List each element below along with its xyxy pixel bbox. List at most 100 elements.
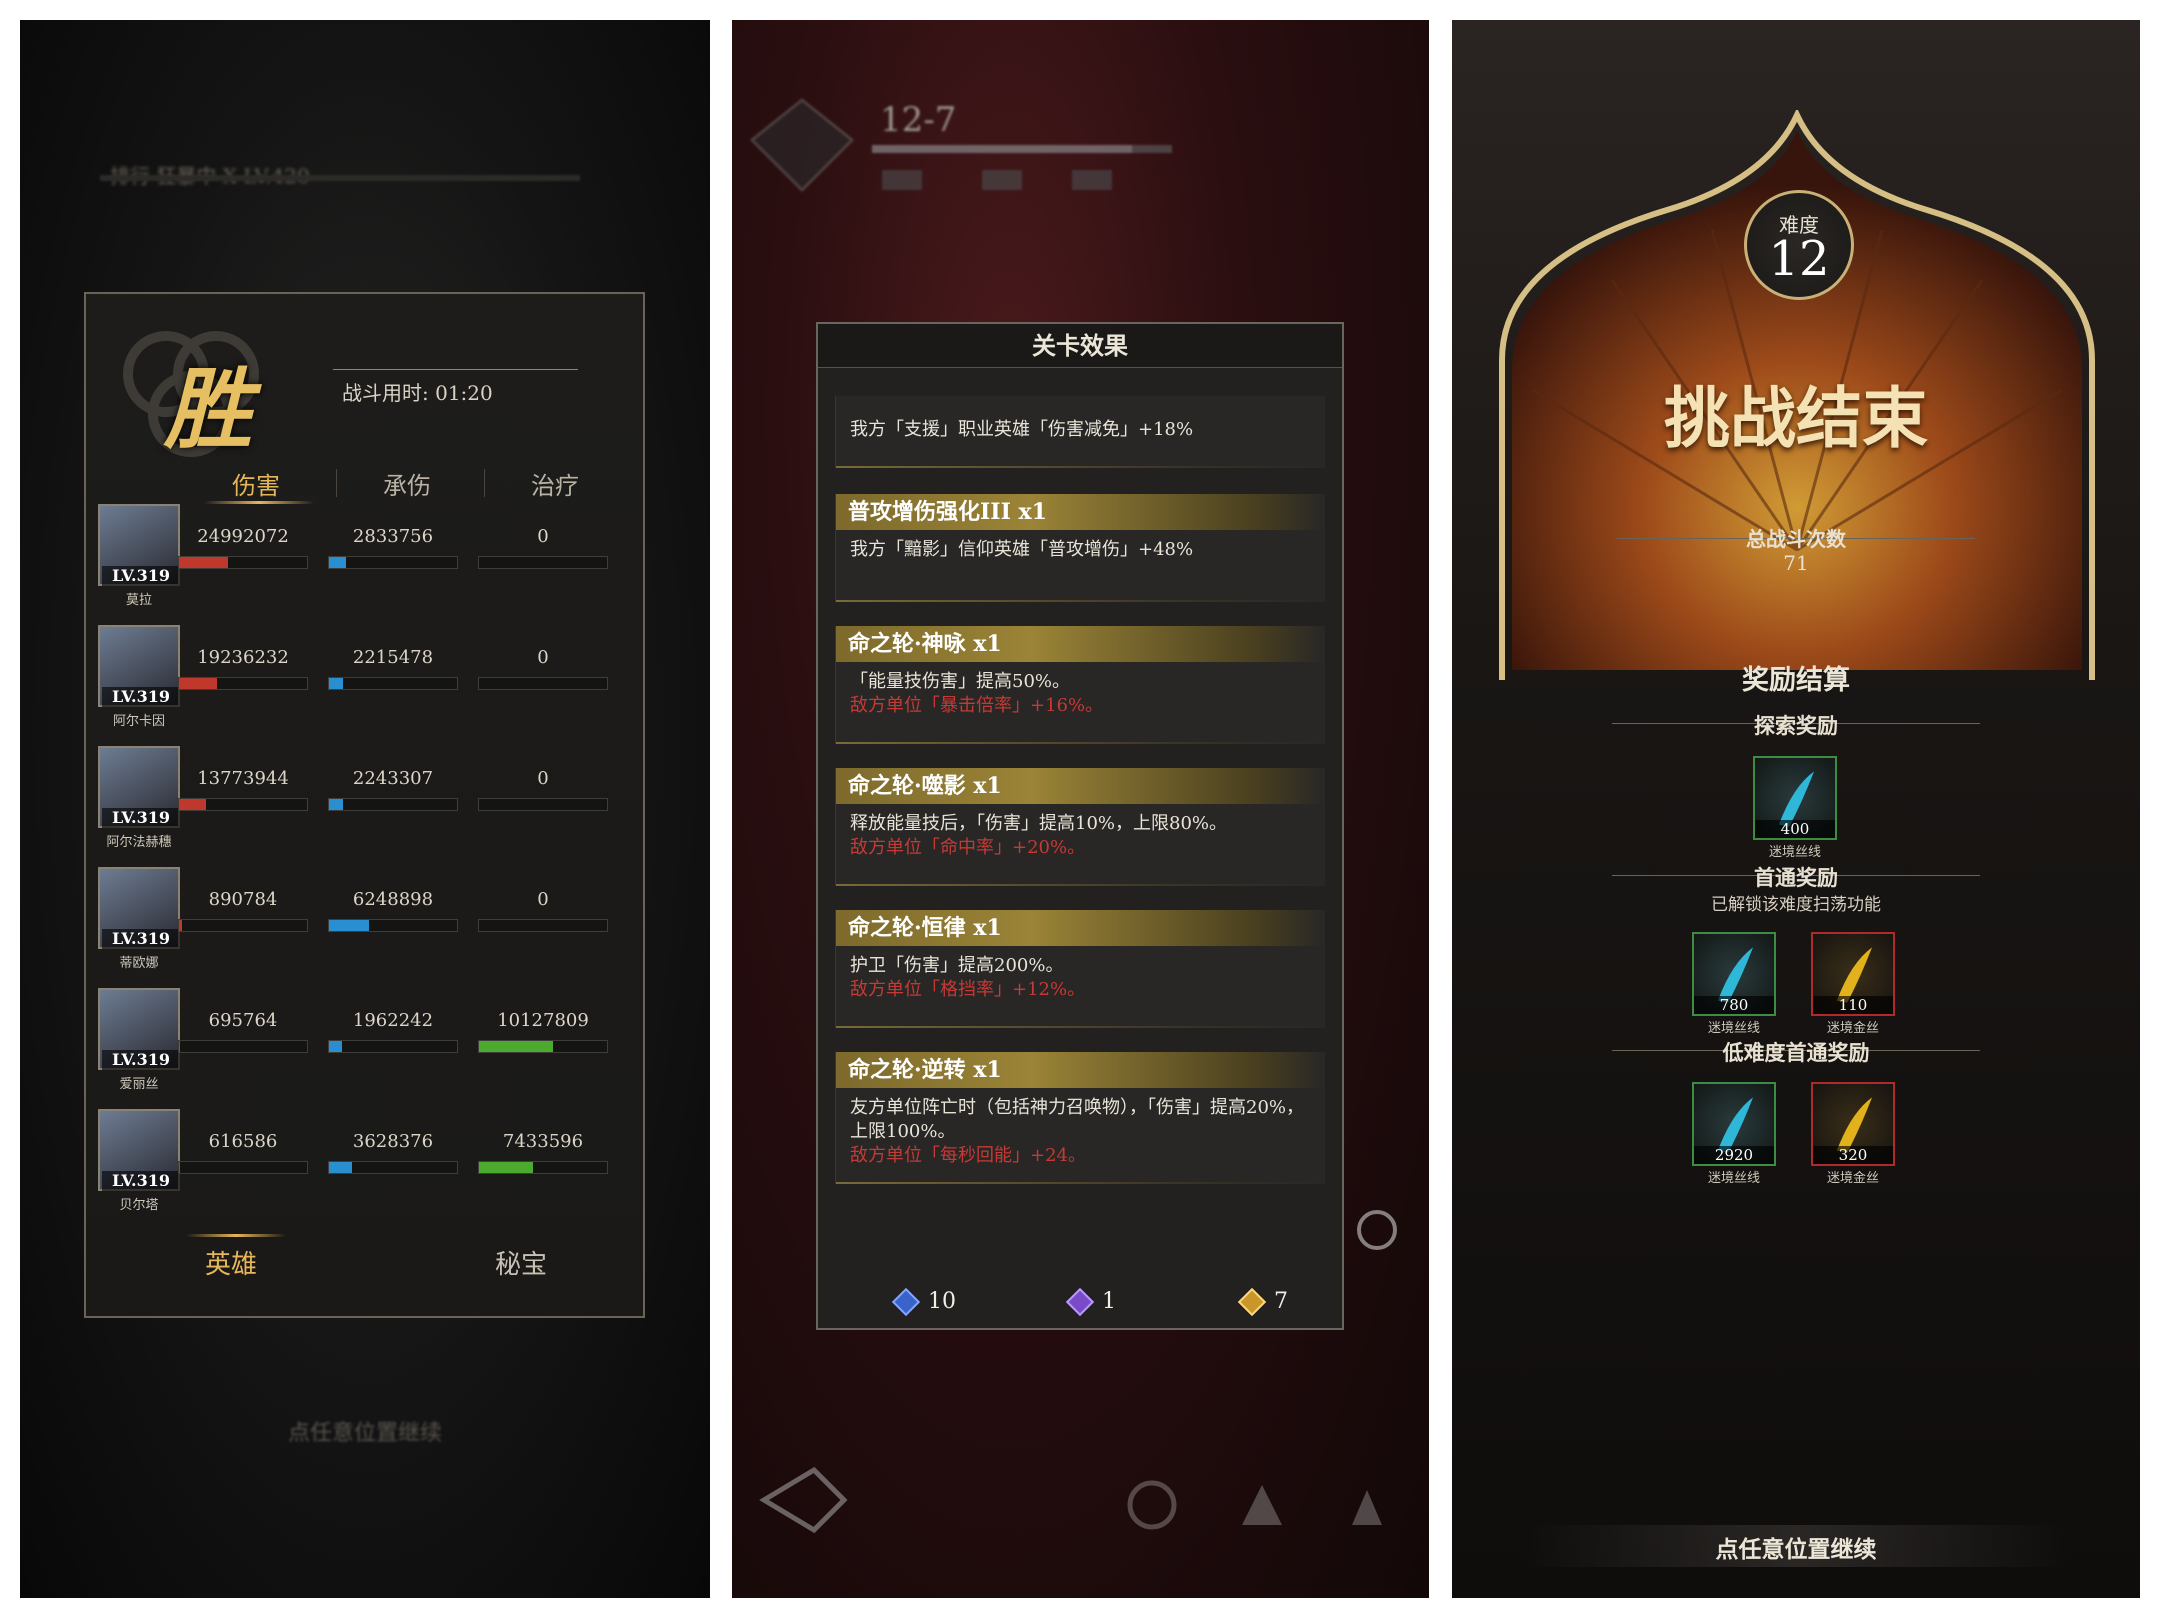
damage-bar bbox=[178, 1161, 308, 1174]
effect-text: 释放能量技后，「伤害」提高10%，上限80%。 bbox=[850, 813, 1228, 834]
bottom-tab-underline bbox=[186, 1234, 286, 1237]
damage-taken-bar bbox=[328, 798, 458, 811]
time-divider bbox=[333, 369, 578, 370]
damage-value: 890784 bbox=[208, 889, 278, 910]
hero-row: LV.319 贝尔塔 616586 3628376 7433596 bbox=[98, 1109, 638, 1225]
hero-level: LV.319 bbox=[102, 566, 180, 586]
hero-avatar[interactable]: LV.319 bbox=[98, 988, 180, 1070]
effect-underline bbox=[836, 742, 1325, 744]
enemy-buff-text: 敌方单位「每秒回能」+24。 bbox=[850, 1145, 1086, 1166]
effect-text: 我方「黯影」信仰英雄「普攻增伤」+48% bbox=[850, 539, 1194, 560]
map-icon bbox=[749, 98, 855, 193]
hero-row: LV.319 莫拉 24992072 2833756 0 bbox=[98, 504, 638, 620]
healing-bar bbox=[478, 1040, 608, 1053]
tab-damage[interactable]: 伤害 bbox=[191, 466, 321, 501]
damage-taken-bar-fill bbox=[329, 920, 369, 931]
challenge-end-title: 挑战结束 bbox=[1664, 379, 1928, 457]
hero-name: 贝尔塔 bbox=[119, 1198, 159, 1213]
reward-summary-title: 奖励结算 bbox=[1742, 665, 1850, 696]
damage-bar-fill bbox=[179, 920, 182, 931]
effect-card: 命之轮·逆转 x1 友方单位阵亡时（包括神力召唤物），「伤害」提高20%，上限10… bbox=[835, 1052, 1325, 1184]
reward-item-gold-thread[interactable]: 320 bbox=[1811, 1082, 1895, 1166]
low-difficulty-first-clear-label: 低难度首通奖励 bbox=[1722, 1040, 1870, 1065]
effect-text: 友方单位阵亡时（包括神力召唤物），「伤害」提高20%，上限100%。 bbox=[850, 1097, 1305, 1142]
stage-effects-screen[interactable]: 12-7 关卡效果 我方「支援」职业英雄「伤害减免」+18% 普攻增伤强化III … bbox=[732, 20, 1429, 1598]
effect-underline bbox=[836, 1182, 1325, 1184]
stage-hud bbox=[749, 98, 1172, 193]
damage-bar-fill bbox=[179, 799, 206, 810]
battle-stats-screen[interactable]: 排行 狂暴中 X LV.420 胜 战斗用时: 01:20 伤害 承伤 治疗 L… bbox=[20, 20, 710, 1598]
reward-item-gold-thread[interactable]: 110 bbox=[1811, 932, 1895, 1016]
healing-bar bbox=[478, 919, 608, 932]
healing-value: 0 bbox=[537, 768, 549, 789]
damage-bar bbox=[178, 798, 308, 811]
item-name: 迷境丝线 bbox=[1768, 845, 1821, 860]
hero-avatar[interactable]: LV.319 bbox=[98, 746, 180, 828]
blue-gem-count: 10 bbox=[928, 1289, 956, 1314]
crosshair-icon[interactable] bbox=[1352, 1205, 1402, 1255]
tap-to-continue-hint[interactable]: 点任意位置继续 bbox=[20, 1415, 710, 1447]
purple-gem-icon bbox=[1065, 1287, 1095, 1317]
damage-bar-fill bbox=[179, 557, 228, 568]
damage-bar bbox=[178, 556, 308, 569]
hero-avatar[interactable]: LV.319 bbox=[98, 867, 180, 949]
blue-gem-icon bbox=[891, 1287, 921, 1317]
effect-title: 命之轮·神咏 x1 bbox=[836, 626, 1325, 662]
first-clear-reward-label: 首通奖励 bbox=[1754, 865, 1838, 890]
healing-value: 0 bbox=[537, 647, 549, 668]
tab-treasures[interactable]: 秘宝 bbox=[481, 1244, 561, 1281]
healing-value: 7433596 bbox=[502, 1131, 584, 1152]
damage-taken-value: 2243307 bbox=[352, 768, 434, 789]
battle-stats-panel: 胜 战斗用时: 01:20 伤害 承伤 治疗 LV.319 莫拉 24992072 2… bbox=[84, 292, 645, 1318]
hero-avatar[interactable]: LV.319 bbox=[98, 504, 180, 586]
damage-taken-bar-fill bbox=[329, 1162, 352, 1173]
hero-avatar[interactable]: LV.319 bbox=[98, 1109, 180, 1191]
reward-item-thread[interactable]: 400 bbox=[1753, 756, 1837, 840]
healing-bar bbox=[478, 677, 608, 690]
hero-row: LV.319 蒂欧娜 890784 6248898 0 bbox=[98, 867, 638, 983]
effect-card: 命之轮·恒律 x1 护卫「伤害」提高200%。 敌方单位「格挡率」+12%。 bbox=[835, 910, 1325, 1028]
bottom-nav-icons[interactable] bbox=[1112, 1470, 1412, 1560]
hero-level: LV.319 bbox=[102, 1050, 180, 1070]
damage-bar bbox=[178, 919, 308, 932]
effect-title: 命之轮·恒律 x1 bbox=[836, 910, 1325, 946]
item-quantity: 400 bbox=[1755, 820, 1835, 838]
damage-taken-bar-fill bbox=[329, 799, 343, 810]
hero-avatar[interactable]: LV.319 bbox=[98, 625, 180, 707]
damage-value: 19236232 bbox=[197, 647, 289, 668]
hero-row: LV.319 阿尔法赫穗 13773944 2243307 0 bbox=[98, 746, 638, 862]
hero-name: 爱丽丝 bbox=[119, 1077, 159, 1092]
challenge-result-screen[interactable]: 难度 12 挑战结束 总战斗次数 71 奖励结算 探索奖励 400 迷境丝线 首… bbox=[1452, 20, 2140, 1598]
effect-text: 「能量技伤害」提高50%。 bbox=[850, 671, 1071, 692]
healing-value: 10127809 bbox=[497, 1010, 589, 1031]
damage-taken-bar bbox=[328, 1161, 458, 1174]
tap-to-continue-hint[interactable]: 点任意位置继续 bbox=[1452, 1530, 2140, 1564]
reward-item-thread[interactable]: 780 bbox=[1692, 932, 1776, 1016]
hero-name: 阿尔卡因 bbox=[112, 714, 165, 729]
damage-bar-fill bbox=[179, 1162, 180, 1173]
damage-bar bbox=[178, 677, 308, 690]
tab-divider bbox=[336, 469, 337, 497]
stage-effects-panel: 关卡效果 我方「支援」职业英雄「伤害减免」+18% 普攻增伤强化III x1 我方「… bbox=[816, 322, 1344, 1330]
item-quantity: 2920 bbox=[1694, 1146, 1774, 1164]
tab-damage-taken[interactable]: 承伤 bbox=[342, 466, 472, 501]
reward-item-thread[interactable]: 2920 bbox=[1692, 1082, 1776, 1166]
tab-healing[interactable]: 治疗 bbox=[490, 466, 620, 501]
damage-taken-value: 2833756 bbox=[352, 526, 434, 547]
effect-underline bbox=[836, 1026, 1325, 1028]
damage-taken-bar-fill bbox=[329, 557, 346, 568]
effect-underline bbox=[836, 466, 1325, 468]
damage-value: 695764 bbox=[208, 1010, 278, 1031]
healing-value: 0 bbox=[537, 889, 549, 910]
hero-row: LV.319 阿尔卡因 19236232 2215478 0 bbox=[98, 625, 638, 741]
hero-level: LV.319 bbox=[102, 687, 180, 707]
tab-heroes[interactable]: 英雄 bbox=[191, 1244, 271, 1281]
healing-bar-fill bbox=[479, 1041, 553, 1052]
effect-card: 普攻增伤强化III x1 我方「黯影」信仰英雄「普攻增伤」+48% bbox=[835, 494, 1325, 602]
item-quantity: 110 bbox=[1813, 996, 1893, 1014]
damage-value: 616586 bbox=[208, 1131, 278, 1152]
damage-bar-fill bbox=[179, 1041, 180, 1052]
damage-taken-value: 1962242 bbox=[352, 1010, 434, 1031]
effect-underline bbox=[836, 884, 1325, 886]
back-arrow-icon[interactable] bbox=[754, 1460, 854, 1540]
